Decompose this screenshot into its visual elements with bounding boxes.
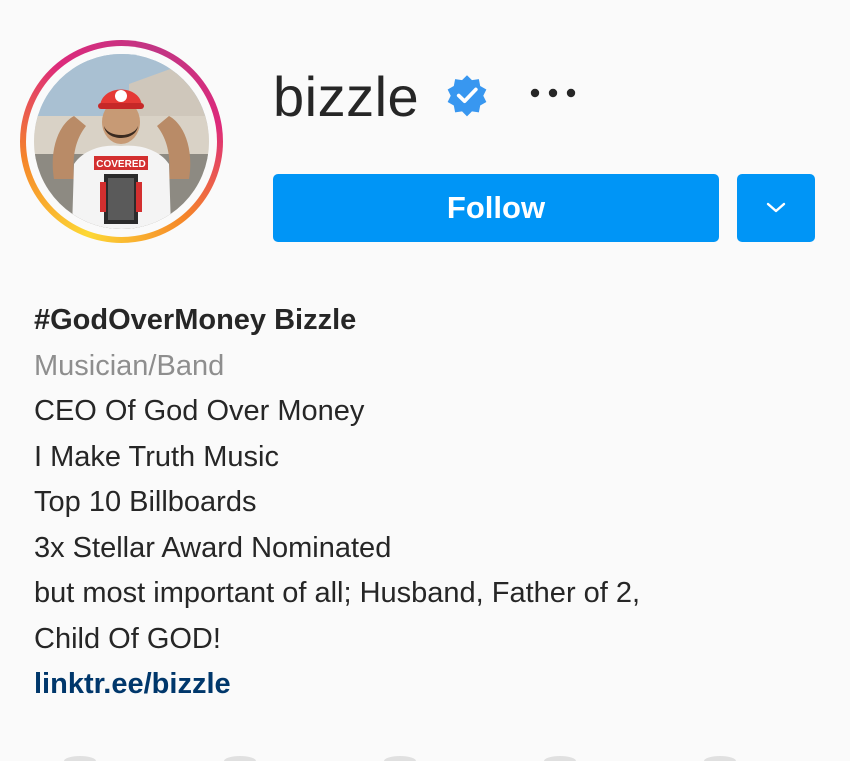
avatar-photo: COVERED bbox=[34, 54, 209, 229]
profile-avatar-ring[interactable]: COVERED bbox=[20, 40, 223, 243]
bio-line: CEO Of God Over Money bbox=[34, 395, 365, 427]
bio-line: I Make Truth Music bbox=[34, 440, 279, 473]
bio-line: Top 10 Billboards bbox=[34, 486, 257, 518]
more-horizontal-icon[interactable] bbox=[528, 82, 578, 104]
verified-badge-icon bbox=[447, 75, 487, 117]
profile-category: Musician/Band bbox=[34, 349, 225, 382]
follow-button[interactable]: Follow bbox=[273, 174, 719, 242]
profile-full-name: #GodOverMoney Bizzle bbox=[34, 304, 357, 336]
bio-line: 3x Stellar Award Nominated bbox=[34, 531, 392, 564]
profile-bio: #GodOverMoney Bizzle Musician/Band CEO O… bbox=[34, 298, 640, 708]
bio-line: but most important of all; Husband, Fath… bbox=[34, 577, 641, 609]
suggested-dropdown-button[interactable] bbox=[737, 174, 815, 242]
highlights-peek bbox=[64, 756, 736, 761]
profile-website-link[interactable]: linktr.ee/bizzle bbox=[34, 662, 640, 708]
bio-line: Child Of GOD! bbox=[34, 622, 221, 655]
avatar[interactable]: COVERED bbox=[34, 54, 209, 229]
shirt-print: COVERED bbox=[96, 159, 145, 170]
chevron-down-icon bbox=[766, 202, 786, 213]
profile-username: bizzle bbox=[273, 65, 420, 128]
